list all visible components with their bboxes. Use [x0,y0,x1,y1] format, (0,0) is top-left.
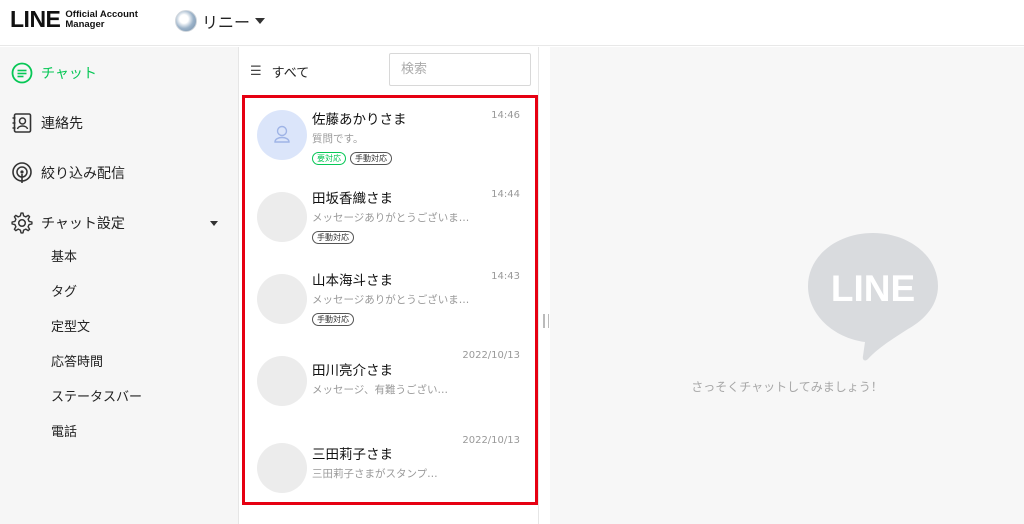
sidebar-item-contacts[interactable]: 連絡先 [0,103,238,143]
chevron-down-icon[interactable] [210,220,218,226]
sidebar-item-broadcast[interactable]: 絞り込み配信 [0,153,238,193]
chevron-down-icon [255,18,266,24]
timestamp: 14:46 [491,110,520,121]
contact-name: 三田莉子さま [312,447,393,463]
broadcast-icon [12,162,32,183]
message-preview: 三田莉子さまがスタンプ… [312,468,438,480]
chat-list-panel: ☰ すべて 佐藤あかりさま 14:46 質問です。 要対応 手動対応 田坂香織さ… [238,47,539,524]
avatar [257,274,307,324]
resize-handle[interactable] [543,314,549,328]
chat-empty-pane: LINE さっそくチャットしてみましょう！ [550,47,1024,524]
sidebar-subitem-phone[interactable]: 電話 [51,423,77,443]
tag-list: 要対応 手動対応 [312,152,396,165]
sidebar-subitem-basic[interactable]: 基本 [51,248,77,268]
line-oa-manager-logo[interactable]: LINE Official Account Manager [10,6,138,33]
avatar [257,443,307,493]
message-preview: メッセージ、有難うござい… [312,384,448,396]
tag-badge: 手動対応 [312,313,354,326]
menu-icon: ☰ [250,64,262,79]
contact-name: 山本海斗さま [312,273,393,289]
tag-badge: 手動対応 [350,152,392,165]
chat-list-item[interactable]: 佐藤あかりさま 14:46 質問です。 要対応 手動対応 [245,100,535,182]
resize-handle-bar [547,314,549,328]
avatar [257,192,307,242]
contacts-icon [12,113,32,133]
contact-name: 田川亮介さま [312,363,393,379]
line-logo-icon: LINE [808,233,938,361]
gear-icon [11,212,33,234]
timestamp: 14:44 [491,189,520,200]
logo-sub-text: Official Account Manager [65,9,138,30]
contact-name: 佐藤あかりさま [312,112,407,128]
account-switcher[interactable]: リニー [175,9,266,33]
chat-list-item[interactable]: 山本海斗さま 14:43 メッセージありがとうございま… 手動対応 [245,264,535,346]
tag-badge: 手動対応 [312,231,354,244]
timestamp: 2022/10/13 [462,435,520,446]
chat-list: 佐藤あかりさま 14:46 質問です。 要対応 手動対応 田坂香織さま 14:4… [242,95,538,505]
tag-list: 手動対応 [312,231,358,244]
logo-sub-line2: Manager [65,18,105,30]
contact-name: 田坂香織さま [312,191,393,207]
sidebar-item-chat-settings[interactable]: チャット設定 [0,203,238,243]
avatar [257,110,307,160]
tag-list: 手動対応 [312,313,358,326]
sidebar-subitem-tags[interactable]: タグ [51,283,77,303]
sidebar-item-label: チャット [41,66,97,82]
avatar [257,356,307,406]
sidebar-subitem-status-bar[interactable]: ステータスバー [51,388,142,408]
account-name: リニー [202,13,251,32]
message-preview: メッセージありがとうございま… [312,294,470,306]
message-preview: 質問です。 [312,133,364,145]
timestamp: 14:43 [491,271,520,282]
sidebar-item-chat[interactable]: チャット [0,53,238,93]
timestamp: 2022/10/13 [462,350,520,361]
line-logo-text: LINE [831,268,915,309]
search-input[interactable] [389,53,531,86]
sidebar: チャット 連絡先 絞り込み配信 チャット設定 基本 タグ 定型文 応答時間 ステ… [0,47,238,524]
empty-state-message: さっそくチャットしてみましょう！ [691,380,883,394]
top-header: LINE Official Account Manager リニー [0,0,1024,46]
logo-main-text: LINE [10,6,61,32]
resize-handle-bar [543,314,545,328]
chat-list-item[interactable]: 三田莉子さま 2022/10/13 三田莉子さまがスタンプ… [245,428,535,510]
chat-filter-dropdown[interactable]: ☰ すべて [250,62,309,81]
chat-list-item[interactable]: 田川亮介さま 2022/10/13 メッセージ、有難うござい… [245,346,535,428]
sidebar-subitem-response-hours[interactable]: 応答時間 [51,353,103,373]
chat-icon [11,62,33,84]
account-avatar [175,10,197,32]
message-preview: メッセージありがとうございま… [312,212,470,224]
sidebar-item-label: チャット設定 [41,216,125,232]
sidebar-item-label: 連絡先 [41,116,83,132]
sidebar-subitem-templates[interactable]: 定型文 [51,318,90,338]
sidebar-item-label: 絞り込み配信 [41,166,125,182]
tag-badge: 要対応 [312,152,346,165]
chat-list-item[interactable]: 田坂香織さま 14:44 メッセージありがとうございま… 手動対応 [245,182,535,264]
person-icon [274,125,290,143]
filter-label: すべて [271,66,310,81]
